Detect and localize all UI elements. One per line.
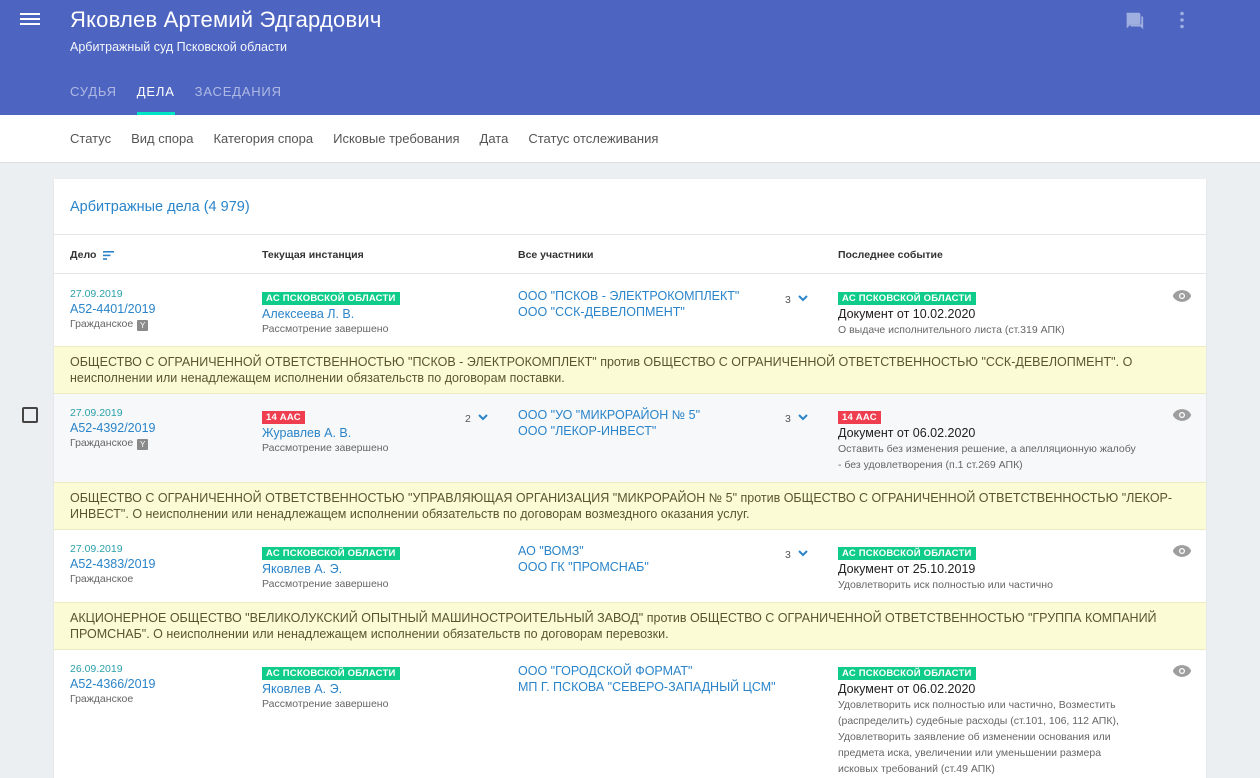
app-header: Яковлев Артемий Эдгардович Арбитражный с… xyxy=(0,0,1260,115)
case-description: ОБЩЕСТВО С ОГРАНИЧЕННОЙ ОТВЕТСТВЕННОСТЬЮ… xyxy=(54,346,1206,394)
yandex-icon[interactable]: Y xyxy=(137,439,149,450)
table-row[interactable]: 26.09.2019 А52-4366/2019 Гражданское АС … xyxy=(54,650,1206,778)
yandex-icon[interactable]: Y xyxy=(137,320,149,331)
tab-sessions[interactable]: ЗАСЕДАНИЯ xyxy=(195,84,282,115)
party-link[interactable]: АО "ВОМЗ" xyxy=(518,543,649,559)
filter-status[interactable]: Статус xyxy=(70,131,111,146)
filter-tracking-status[interactable]: Статус отслеживания xyxy=(528,131,658,146)
party-link[interactable]: ООО "ССК-ДЕВЕЛОПМЕНТ" xyxy=(518,304,739,320)
chat-icon[interactable] xyxy=(1123,10,1145,32)
party-link[interactable]: ООО "ЛЕКОР-ИНВЕСТ" xyxy=(518,423,700,439)
case-type: Гражданское xyxy=(70,693,134,705)
case-number-link[interactable]: А52-4401/2019 xyxy=(70,301,156,317)
chevron-down-icon xyxy=(798,550,809,557)
eye-icon[interactable] xyxy=(1172,289,1192,303)
event-document[interactable]: Документ от 06.02.2020 xyxy=(838,425,1138,441)
event-court-badge: 14 ААС xyxy=(838,411,881,424)
event-note: Оставить без изменения решение, а апелля… xyxy=(838,443,1136,471)
party-link[interactable]: ООО "ГОРОДСКОЙ ФОРМАТ" xyxy=(518,663,776,679)
table-header: Дело Текущая инстанция Все участники Пос… xyxy=(54,234,1206,274)
column-case-label: Дело xyxy=(70,249,97,261)
court-badge: АС ПСКОВСКОЙ ОБЛАСТИ xyxy=(262,667,400,680)
event-document[interactable]: Документ от 06.02.2020 xyxy=(838,681,1138,697)
event-note: Удовлетворить иск полностью или частично xyxy=(838,579,1053,591)
column-case[interactable]: Дело xyxy=(70,249,115,261)
case-number-link[interactable]: А52-4366/2019 xyxy=(70,676,156,692)
event-document[interactable]: Документ от 25.10.2019 xyxy=(838,561,1138,577)
event-court-badge: АС ПСКОВСКОЙ ОБЛАСТИ xyxy=(838,292,976,305)
row-select-checkbox[interactable] xyxy=(22,407,38,423)
case-description: АКЦИОНЕРНОЕ ОБЩЕСТВО "ВЕЛИКОЛУКСКИЙ ОПЫТ… xyxy=(54,602,1206,650)
eye-icon[interactable] xyxy=(1172,664,1192,678)
judge-name[interactable]: Журавлев А. В. xyxy=(262,425,388,441)
table-row[interactable]: 27.09.2019 А52-4401/2019 Гражданское Y АС… xyxy=(54,275,1206,347)
judge-name[interactable]: Яковлев А. Э. xyxy=(262,681,400,697)
case-number-link[interactable]: А52-4392/2019 xyxy=(70,420,156,436)
parties-expand-button[interactable]: 3 xyxy=(785,290,809,308)
filter-dispute-category[interactable]: Категория спора xyxy=(213,131,313,146)
table-row[interactable]: 27.09.2019 А52-4392/2019 Гражданское Y 14… xyxy=(54,394,1206,482)
parties-expand-button[interactable]: 3 xyxy=(785,409,809,427)
case-date: 27.09.2019 xyxy=(70,407,123,419)
cases-card: Арбитражные дела (4 979) Дело Текущая ин… xyxy=(54,179,1206,778)
party-link[interactable]: ООО "ПСКОВ - ЭЛЕКТРОКОМПЛЕКТ" xyxy=(518,288,739,304)
chevron-down-icon xyxy=(798,295,809,302)
case-state: Рассмотрение завершено xyxy=(262,698,389,710)
tab-judge[interactable]: СУДЬЯ xyxy=(70,84,117,115)
event-note: О выдаче исполнительного листа (ст.319 А… xyxy=(838,324,1065,336)
case-type-label: Гражданское xyxy=(70,437,134,449)
filter-bar: Статус Вид спора Категория спора Исковые… xyxy=(0,115,1260,163)
chevron-down-icon xyxy=(478,414,489,421)
party-link[interactable]: МП Г. ПСКОВА "СЕВЕРО-ЗАПАДНЫЙ ЦСМ" xyxy=(518,679,776,695)
event-court-badge: АС ПСКОВСКОЙ ОБЛАСТИ xyxy=(838,547,976,560)
court-badge: АС ПСКОВСКОЙ ОБЛАСТИ xyxy=(262,292,400,305)
case-number-link[interactable]: А52-4383/2019 xyxy=(70,556,156,572)
eye-icon[interactable] xyxy=(1172,544,1192,558)
case-date: 27.09.2019 xyxy=(70,543,123,555)
page-title: Яковлев Артемий Эдгардович xyxy=(70,7,382,32)
case-date: 27.09.2019 xyxy=(70,288,123,300)
case-date: 26.09.2019 xyxy=(70,663,123,675)
parties-expand-button[interactable]: 3 xyxy=(785,545,809,563)
column-event: Последнее событие xyxy=(838,249,943,261)
instance-count: 2 xyxy=(465,413,471,425)
more-vert-icon[interactable] xyxy=(1172,10,1192,30)
case-type-label: Гражданское xyxy=(70,318,134,330)
table-row[interactable]: 27.09.2019 А52-4383/2019 Гражданское АС … xyxy=(54,530,1206,602)
court-badge: АС ПСКОВСКОЙ ОБЛАСТИ xyxy=(262,547,400,560)
case-type: Гражданское xyxy=(70,573,134,585)
case-type: Гражданское Y xyxy=(70,436,156,451)
party-link[interactable]: ООО "УО "МИКРОРАЙОН № 5" xyxy=(518,407,700,423)
case-state: Рассмотрение завершено xyxy=(262,578,389,590)
cases-count-title: Арбитражные дела (4 979) xyxy=(70,199,250,215)
party-count: 3 xyxy=(785,413,791,425)
sort-icon[interactable] xyxy=(103,250,115,260)
party-link[interactable]: ООО ГК "ПРОМСНАБ" xyxy=(518,559,649,575)
event-court-badge: АС ПСКОВСКОЙ ОБЛАСТИ xyxy=(838,667,976,680)
case-description: ОБЩЕСТВО С ОГРАНИЧЕННОЙ ОТВЕТСТВЕННОСТЬЮ… xyxy=(54,482,1206,530)
judge-name[interactable]: Алексеева Л. В. xyxy=(262,306,400,322)
filter-claims[interactable]: Исковые требования xyxy=(333,131,459,146)
event-document[interactable]: Документ от 10.02.2020 xyxy=(838,306,1138,322)
judge-name[interactable]: Яковлев А. Э. xyxy=(262,561,400,577)
tab-bar: СУДЬЯ ДЕЛА ЗАСЕДАНИЯ xyxy=(70,84,302,115)
instances-expand-button[interactable]: 2 xyxy=(465,409,489,427)
eye-icon[interactable] xyxy=(1172,408,1192,422)
party-count: 3 xyxy=(785,294,791,306)
column-parties: Все участники xyxy=(518,249,594,261)
event-note: Удовлетворить иск полностью или частично… xyxy=(838,699,1119,775)
case-type: Гражданское Y xyxy=(70,317,156,332)
filter-date[interactable]: Дата xyxy=(480,131,509,146)
menu-icon[interactable] xyxy=(20,10,40,28)
column-instance: Текущая инстанция xyxy=(262,249,364,261)
case-state: Рассмотрение завершено xyxy=(262,442,389,454)
case-state: Рассмотрение завершено xyxy=(262,323,389,335)
page-subtitle: Арбитражный суд Псковской области xyxy=(70,40,287,54)
court-badge: 14 ААС xyxy=(262,411,305,424)
party-count: 3 xyxy=(785,549,791,561)
filter-dispute-type[interactable]: Вид спора xyxy=(131,131,193,146)
tab-cases[interactable]: ДЕЛА xyxy=(136,84,175,115)
chevron-down-icon xyxy=(798,414,809,421)
